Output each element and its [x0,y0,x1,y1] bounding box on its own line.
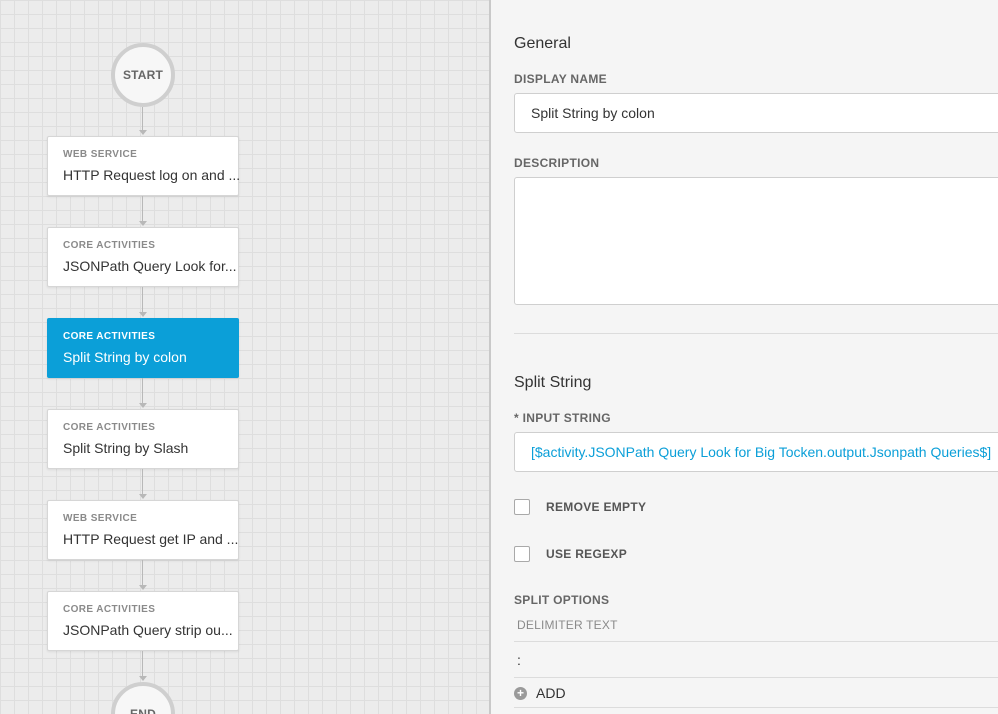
split-options-label: SPLIT OPTIONS [514,593,610,607]
table-divider [514,641,998,642]
delimiter-value[interactable]: : [517,652,521,668]
connector-line [142,196,143,221]
flow-node-http-request-get-ip[interactable]: WEB SERVICE HTTP Request get IP and ... [47,500,239,560]
node-title: JSONPath Query strip ou... [63,622,233,638]
description-field[interactable] [514,177,998,305]
input-string-field[interactable]: [$activity.JSONPath Query Look for Big T… [514,432,998,472]
connector-line [142,560,143,585]
connector-line [142,287,143,312]
flow-node-split-string-slash[interactable]: CORE ACTIVITIES Split String by Slash [47,409,239,469]
use-regexp-label: USE REGEXP [546,547,628,561]
plus-circle-icon: + [514,686,527,700]
flow-node-split-string-colon[interactable]: CORE ACTIVITIES Split String by colon [47,318,239,378]
display-name-field[interactable]: Split String by colon [514,93,998,133]
properties-panel: General DISPLAY NAME Split String by col… [491,0,998,714]
remove-empty-checkbox[interactable] [514,499,530,515]
input-string-label: * INPUT STRING [514,411,611,425]
end-node[interactable]: END [111,682,175,714]
node-title: Split String by colon [63,349,187,365]
flow-canvas[interactable]: START WEB SERVICE HTTP Request log on an… [0,0,489,714]
node-category: CORE ACTIVITIES [63,240,156,251]
connector-arrow-icon [139,403,147,408]
node-category: CORE ACTIVITIES [63,422,156,433]
use-regexp-row[interactable]: USE REGEXP [514,546,627,562]
section-divider [514,333,998,334]
start-node[interactable]: START [111,43,175,107]
split-string-section-title: Split String [514,374,592,391]
remove-empty-row[interactable]: REMOVE EMPTY [514,499,646,515]
node-category: CORE ACTIVITIES [63,331,156,342]
connector-line [142,651,143,676]
node-title: HTTP Request log on and ... [63,167,241,183]
connector-arrow-icon [139,494,147,499]
connector-arrow-icon [139,312,147,317]
connector-arrow-icon [139,676,147,681]
node-category: CORE ACTIVITIES [63,604,156,615]
flow-node-http-request-logon[interactable]: WEB SERVICE HTTP Request log on and ... [47,136,241,196]
table-divider [514,707,998,708]
connector-arrow-icon [139,130,147,135]
remove-empty-label: REMOVE EMPTY [546,500,647,514]
node-title: JSONPath Query Look for... [63,258,237,274]
add-label: ADD [536,685,566,701]
connector-arrow-icon [139,585,147,590]
node-category: WEB SERVICE [63,149,138,160]
display-name-label: DISPLAY NAME [514,72,607,86]
connector-line [142,469,143,494]
node-category: WEB SERVICE [63,513,138,524]
connector-arrow-icon [139,221,147,226]
description-label: DESCRIPTION [514,156,600,170]
general-section-title: General [514,35,571,52]
flow-node-jsonpath-query-strip[interactable]: CORE ACTIVITIES JSONPath Query strip ou.… [47,591,239,651]
delimiter-text-header: DELIMITER TEXT [517,618,618,632]
use-regexp-checkbox[interactable] [514,546,530,562]
display-name-value: Split String by colon [531,105,655,121]
connector-line [142,378,143,403]
flow-node-jsonpath-query-look[interactable]: CORE ACTIVITIES JSONPath Query Look for.… [47,227,239,287]
node-title: Split String by Slash [63,440,189,456]
node-title: HTTP Request get IP and ... [63,531,239,547]
add-delimiter-button[interactable]: + ADD [514,685,566,701]
table-divider [514,677,998,678]
input-string-value: [$activity.JSONPath Query Look for Big T… [531,444,992,460]
connector-line [142,107,143,130]
